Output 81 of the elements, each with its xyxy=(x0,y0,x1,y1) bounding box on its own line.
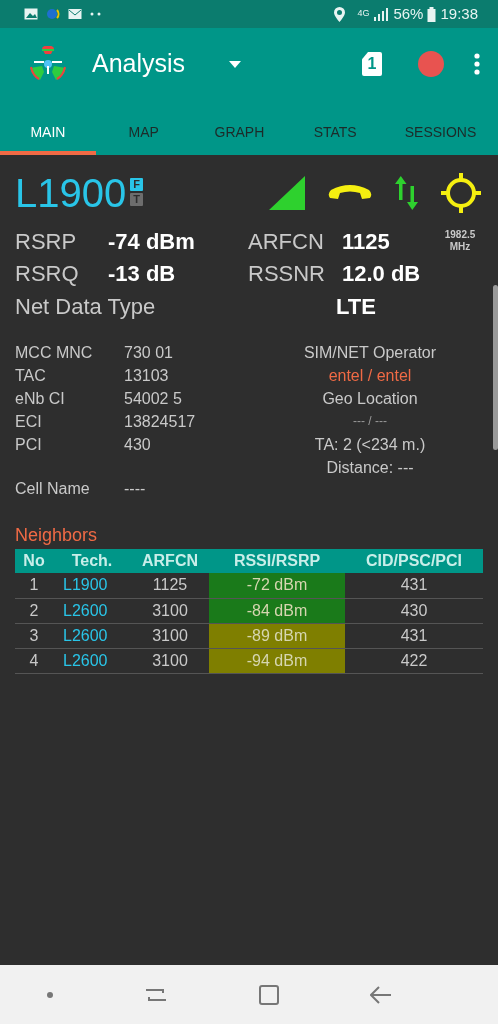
column-header: No xyxy=(15,549,53,573)
table-cell: L2600 xyxy=(53,623,131,648)
metric-label: RSSNR xyxy=(248,259,326,288)
tab[interactable]: STATS xyxy=(287,100,384,155)
signal-icon xyxy=(373,7,390,21)
table-cell: 431 xyxy=(345,623,483,648)
table-cell: L1900 xyxy=(53,573,131,598)
column-header: RSSI/RSRP xyxy=(209,549,345,573)
tab[interactable]: SESSIONS xyxy=(383,100,498,155)
info-value: 13103 xyxy=(124,366,169,386)
status-time: 19:38 xyxy=(440,3,478,24)
metric-label: RSRQ xyxy=(15,259,80,288)
info-value: 430 xyxy=(124,435,151,455)
info-text: SIM/NET Operator xyxy=(303,343,437,363)
table-cell: L2600 xyxy=(53,598,131,623)
info-text: Geo Location xyxy=(322,389,418,409)
info-label: MCC MNC xyxy=(15,343,94,363)
info-label: eNb CI xyxy=(15,389,66,409)
info-value: 730 01 xyxy=(124,343,173,363)
tab[interactable]: MAP xyxy=(95,100,192,155)
table-cell: L2600 xyxy=(53,648,131,673)
table-cell: 430 xyxy=(345,598,483,623)
section-title: Neighbors xyxy=(15,524,99,547)
signal-cell: -94 dBm xyxy=(209,648,345,673)
location-icon xyxy=(334,6,346,22)
tab[interactable]: GRAPH xyxy=(191,100,288,155)
battery-percentage: 56% xyxy=(393,3,424,24)
column-header: ARFCN xyxy=(131,549,209,573)
info-value: ---- xyxy=(124,479,146,499)
network-type-label: 4G xyxy=(357,7,370,21)
column-header: Tech. xyxy=(53,549,131,573)
metric-label: ARFCN xyxy=(248,227,325,256)
info-label: PCI xyxy=(15,435,43,455)
net-data-type-value: LTE xyxy=(336,292,376,321)
signal-cell: -72 dBm xyxy=(209,573,345,598)
net-data-type-label: Net Data Type xyxy=(15,292,157,321)
signal-cell: -84 dBm xyxy=(209,598,345,623)
info-value: 54002 5 xyxy=(124,389,182,409)
table-cell: 1 xyxy=(15,573,53,598)
signal-strength-icon xyxy=(269,176,305,210)
gps-target-icon xyxy=(441,173,481,213)
phone-icon xyxy=(327,184,373,202)
app-logo-icon xyxy=(28,46,68,82)
column-header: CID/PSC/PCI xyxy=(345,549,483,573)
image-icon xyxy=(24,8,38,20)
band-label: L1900 xyxy=(15,173,127,213)
table-cell: 4 xyxy=(15,648,53,673)
more-notifications-icon xyxy=(90,12,102,16)
frequency-label: 1982.5 MHz xyxy=(443,229,477,253)
info-label: ECI xyxy=(15,412,43,432)
operator-name: entel / entel xyxy=(328,366,412,386)
metric-label: RSRP xyxy=(15,227,78,256)
data-arrows-icon xyxy=(395,176,419,210)
back-icon[interactable] xyxy=(370,985,393,1004)
info-label: Cell Name xyxy=(15,479,91,499)
info-value: 13824517 xyxy=(124,412,196,432)
info-text: --- / --- xyxy=(353,413,387,430)
metric-value: -74 dBm xyxy=(108,227,196,256)
info-text: Distance: --- xyxy=(326,458,414,478)
dropdown-caret-icon[interactable] xyxy=(229,60,242,68)
metric-value: 1125 xyxy=(342,227,391,256)
table-cell: 431 xyxy=(345,573,483,598)
signal-cell: -89 dBm xyxy=(209,623,345,648)
info-label: TAC xyxy=(15,366,47,386)
tab[interactable]: MAIN xyxy=(0,100,96,155)
band-badge: T xyxy=(130,193,144,206)
app-title: Analysis xyxy=(92,48,186,80)
metric-value: 12.0 dB xyxy=(342,259,422,288)
mail-icon xyxy=(68,8,82,20)
battery-icon xyxy=(427,6,437,22)
band-badge: F xyxy=(130,178,144,191)
table-cell: 2 xyxy=(15,598,53,623)
table-cell: 422 xyxy=(345,648,483,673)
more-options-icon[interactable] xyxy=(474,53,480,75)
sim-card-icon[interactable]: 1 xyxy=(362,52,382,76)
app-notification-icon xyxy=(46,8,60,20)
metric-value: -13 dB xyxy=(108,259,177,288)
dot-icon[interactable] xyxy=(45,990,54,999)
home-icon[interactable] xyxy=(258,984,279,1005)
info-text: TA: 2 (<234 m.) xyxy=(314,435,426,455)
table-cell: 3 xyxy=(15,623,53,648)
